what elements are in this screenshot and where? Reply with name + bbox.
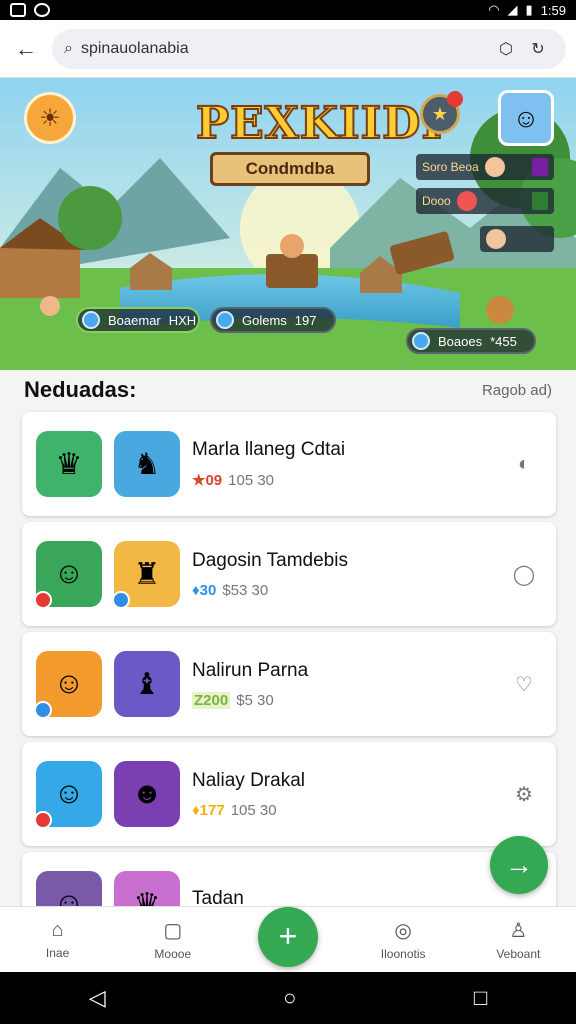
currency-label: Boaemar: [108, 312, 161, 328]
section-title: Neduadas:: [24, 377, 137, 402]
player-avatar[interactable]: ☺: [498, 90, 554, 146]
search-query: spinauolanabia: [80, 39, 189, 57]
banner-title: PEXKIIDI: [195, 97, 443, 150]
app-meta: 105 30: [230, 801, 277, 819]
app-icon: ☻: [114, 761, 180, 827]
nav-item-add[interactable]: +: [238, 906, 338, 967]
app-title: Marla llaneg Cdtai: [192, 439, 346, 460]
sun-mascot-avatar[interactable]: ☀: [24, 92, 76, 144]
app-title: Naliay Drakal: [192, 769, 305, 791]
bottom-nav: ⌂ Inae ▢ Moooe + ◎ Iloonotis ♙ Veboant: [0, 906, 576, 972]
banner-subtitle: Condmdba: [210, 152, 370, 186]
search-icon: ⌕: [64, 39, 73, 57]
see-all-link[interactable]: Ragob ad): [482, 382, 552, 399]
app-meta: $5 30: [236, 691, 274, 709]
signal-icon: ◢: [507, 2, 518, 17]
app-rating: ♦177: [192, 801, 225, 819]
heart-icon[interactable]: ♡: [506, 666, 542, 702]
back-triangle-icon[interactable]: ◁: [89, 985, 106, 1011]
status-time: 1:59: [540, 2, 566, 18]
coin-icon: [412, 332, 430, 350]
flag-icon: [532, 192, 548, 210]
currency-value: HXH: [168, 312, 197, 328]
nav-item-profile[interactable]: ♙ Veboant: [468, 918, 568, 961]
app-notification-icon: [34, 3, 50, 17]
app-rating: ♦30: [192, 581, 217, 599]
player-face-icon: [486, 229, 506, 249]
app-icon: ☺: [34, 541, 102, 609]
app-icon: ♜: [112, 541, 180, 609]
currency-pill[interactable]: Boaemar HXH: [76, 307, 200, 333]
leaderboard-row[interactable]: Dooo: [416, 188, 554, 214]
nav-label: Veboant: [496, 947, 541, 961]
currency-label: Golems: [242, 312, 287, 328]
list-item[interactable]: ♛ ♞ Marla llaneg Cdtai ★09 105 30 ◐: [22, 412, 556, 516]
notification-dot: [447, 91, 463, 107]
app-icon: ☺: [34, 651, 102, 719]
currency-pill[interactable]: Golems 197: [210, 307, 336, 333]
app-icon: ♞: [114, 431, 180, 497]
currency-label: Boaoes: [438, 333, 483, 349]
app-title: Nalirun Parna: [192, 659, 309, 681]
badge-icon: [34, 701, 52, 719]
nav-label: Moooe: [154, 947, 192, 961]
nav-item-notifications[interactable]: ◎ Iloonotis: [353, 918, 453, 961]
leaderboard-name: Dooo: [422, 194, 451, 208]
app-rating: ★09: [192, 472, 223, 489]
home-circle-icon[interactable]: ○: [283, 985, 296, 1011]
wifi-icon: ◠: [488, 2, 500, 17]
app-icon: ♝: [114, 651, 180, 717]
top-bar: ← ⌕ spinauolanabia ⬡ ↻: [0, 20, 576, 78]
home-icon: ⌂: [51, 919, 64, 941]
badge-icon: [34, 591, 52, 609]
list-item[interactable]: ☺ ♝ Nalirun Parna Z200 $5 30 ♡: [22, 632, 556, 736]
nav-item-messages[interactable]: ▢ Moooe: [123, 918, 223, 961]
coin-icon: [82, 311, 100, 329]
coin-icon: [216, 311, 234, 329]
leaderboard-name: Soro Beoa: [422, 160, 479, 174]
flag-icon: [532, 158, 548, 176]
plus-icon[interactable]: +: [257, 906, 318, 967]
recents-square-icon[interactable]: □: [474, 985, 487, 1011]
notification-icon: [10, 3, 26, 17]
chat-icon: ▢: [163, 920, 183, 942]
hero-banner[interactable]: ☀ PEXKIIDI Condmdba ★ ☺ Soro Beoa Dooo B…: [0, 78, 576, 370]
app-rating: Z200: [192, 691, 231, 709]
person-icon: ♙: [509, 920, 528, 942]
badge-icon: [34, 811, 52, 829]
gear-icon[interactable]: ⚙: [506, 776, 542, 812]
currency-value: *455: [490, 333, 517, 349]
share-icon[interactable]: ⬡: [490, 39, 522, 59]
leaderboard-row[interactable]: [480, 226, 554, 252]
list-item[interactable]: ☺ ☻ Naliay Drakal ♦177 105 30 ⚙: [22, 742, 556, 846]
status-bar: ◠ ◢ ▮ 1:59: [0, 0, 576, 20]
battery-icon: ▮: [525, 2, 533, 17]
player-face-icon: [484, 157, 505, 177]
back-arrow-icon[interactable]: ←: [10, 33, 42, 65]
app-meta: $53 30: [222, 581, 269, 599]
app-icon: ♛: [36, 431, 102, 497]
refresh-icon[interactable]: ↻: [522, 39, 554, 59]
section-header: Neduadas: Ragob ad): [0, 370, 576, 410]
nav-label: Inae: [45, 946, 70, 960]
currency-value: 197: [294, 312, 317, 328]
nav-label: Iloonotis: [380, 947, 426, 961]
leaf-icon[interactable]: ◐: [506, 446, 542, 482]
badge-icon: [112, 591, 130, 609]
chat-bubble-icon[interactable]: ◯: [506, 556, 542, 592]
app-title: Dagosin Tamdebis: [192, 549, 348, 571]
heart-icon: [456, 191, 477, 211]
next-arrow-button[interactable]: →: [490, 836, 548, 894]
leaderboard-row[interactable]: Soro Beoa: [416, 154, 554, 180]
app-icon: ☺: [34, 761, 102, 829]
shield-badge-icon[interactable]: ★: [420, 91, 463, 134]
currency-pill[interactable]: Boaoes *455: [406, 328, 536, 354]
list-item[interactable]: ☺ ♜ Dagosin Tamdebis ♦30 $53 30 ◯: [22, 522, 556, 626]
system-nav-bar: ◁ ○ □: [0, 972, 576, 1024]
search-input[interactable]: ⌕ spinauolanabia ⬡ ↻: [52, 28, 566, 69]
compass-icon: ◎: [394, 920, 412, 942]
app-meta: 105 30: [228, 471, 275, 489]
nav-item-home[interactable]: ⌂ Inae: [8, 919, 108, 960]
